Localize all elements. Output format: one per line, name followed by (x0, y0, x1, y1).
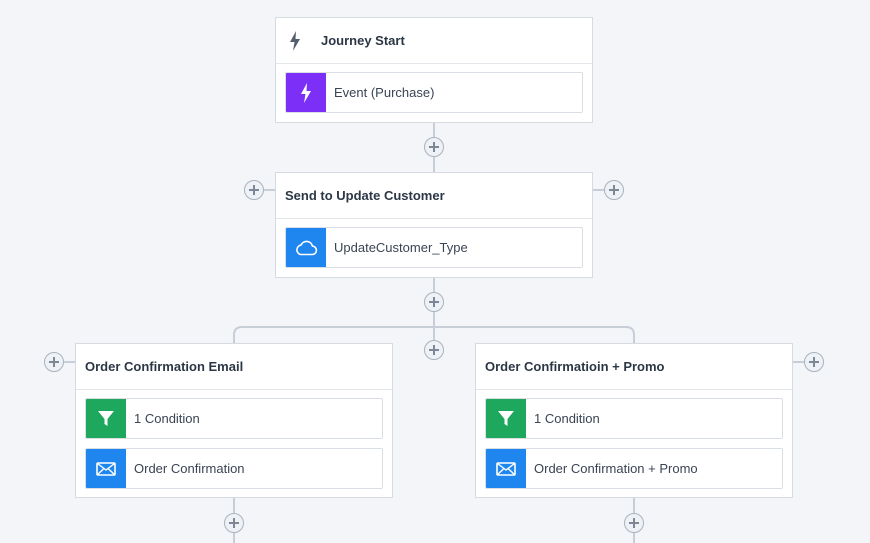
order-confirmation-promo-title: Order Confirmatioin + Promo (485, 359, 665, 374)
add-branch-right-button[interactable] (804, 352, 824, 372)
email-item[interactable]: Order Confirmation (85, 448, 383, 489)
condition-label: 1 Condition (534, 411, 600, 426)
event-purchase-item[interactable]: Event (Purchase) (285, 72, 583, 113)
add-step-button[interactable] (224, 513, 244, 533)
update-customer-type-label: UpdateCustomer_Type (334, 240, 468, 255)
order-confirmation-promo-card[interactable]: Order Confirmatioin + Promo 1 Condition … (475, 343, 793, 498)
order-confirmation-promo-header: Order Confirmatioin + Promo (476, 344, 792, 390)
cloud-icon (286, 228, 326, 267)
journey-start-header: Journey Start (276, 18, 592, 64)
order-confirmation-email-header: Order Confirmation Email (76, 344, 392, 390)
condition-item[interactable]: 1 Condition (85, 398, 383, 439)
journey-start-card[interactable]: Journey Start Event (Purchase) (275, 17, 593, 123)
lightning-icon (286, 73, 326, 112)
event-purchase-label: Event (Purchase) (334, 85, 435, 100)
update-customer-type-item[interactable]: UpdateCustomer_Type (285, 227, 583, 268)
lightning-icon (285, 30, 305, 52)
email-item[interactable]: Order Confirmation + Promo (485, 448, 783, 489)
filter-icon (486, 399, 526, 438)
order-confirmation-email-title: Order Confirmation Email (85, 359, 244, 374)
add-branch-left-button[interactable] (44, 352, 64, 372)
envelope-icon (86, 449, 126, 488)
add-step-button[interactable] (424, 292, 444, 312)
update-customer-card[interactable]: Send to Update Customer UpdateCustomer_T… (275, 172, 593, 278)
update-customer-header: Send to Update Customer (276, 173, 592, 219)
add-branch-right-button[interactable] (604, 180, 624, 200)
condition-label: 1 Condition (134, 411, 200, 426)
order-confirmation-email-card[interactable]: Order Confirmation Email 1 Condition Ord… (75, 343, 393, 498)
email-label: Order Confirmation (134, 461, 245, 476)
filter-icon (86, 399, 126, 438)
add-step-button[interactable] (424, 137, 444, 157)
condition-item[interactable]: 1 Condition (485, 398, 783, 439)
envelope-icon (486, 449, 526, 488)
add-parallel-branch-button[interactable] (424, 340, 444, 360)
journey-start-title: Journey Start (321, 33, 405, 48)
update-customer-title: Send to Update Customer (285, 188, 445, 203)
email-label: Order Confirmation + Promo (534, 461, 698, 476)
add-branch-left-button[interactable] (244, 180, 264, 200)
journey-canvas: Journey Start Event (Purchase) Send to U… (0, 0, 870, 543)
add-step-button[interactable] (624, 513, 644, 533)
